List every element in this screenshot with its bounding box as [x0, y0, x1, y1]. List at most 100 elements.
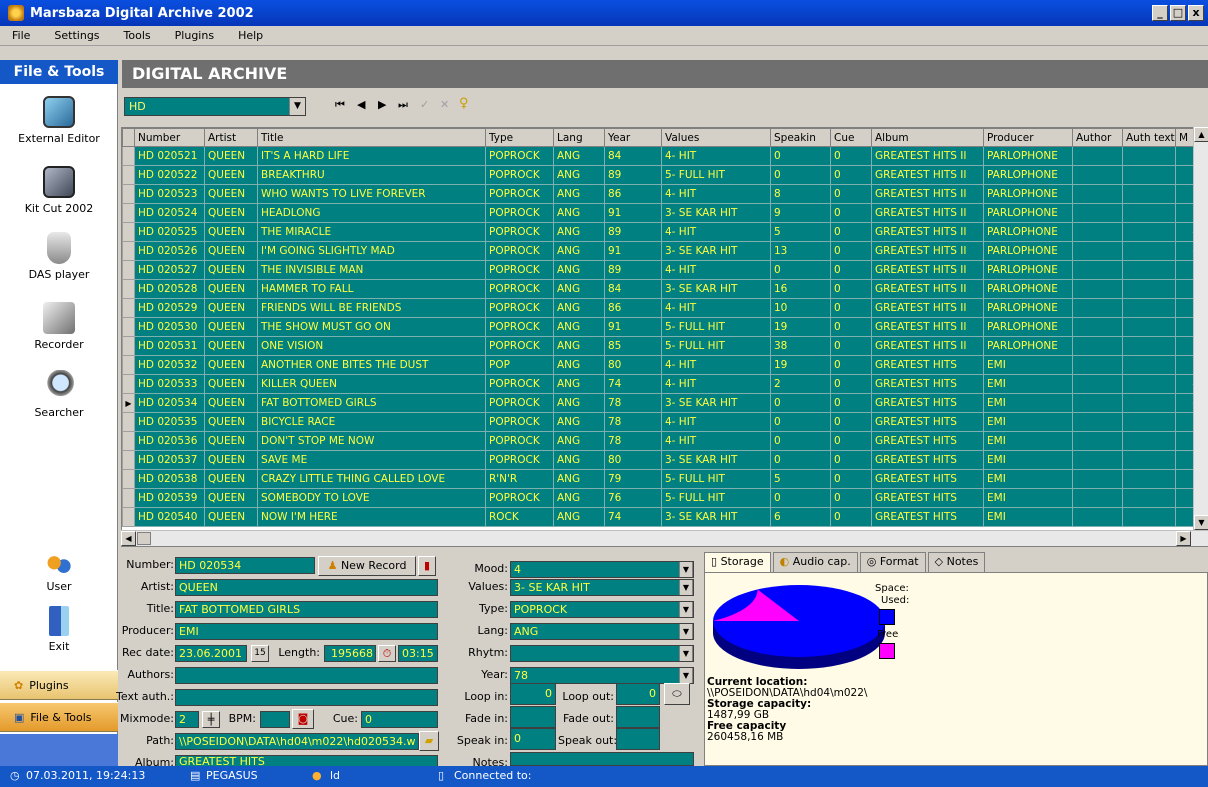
tab-storage[interactable]: ▯ Storage: [704, 552, 771, 572]
tool-das-player[interactable]: DAS player: [0, 232, 118, 281]
mixmode-field[interactable]: 2: [175, 711, 199, 728]
table-cell[interactable]: [1122, 165, 1176, 185]
table-cell[interactable]: [1072, 412, 1123, 432]
table-cell[interactable]: [1072, 450, 1123, 470]
table-cell[interactable]: FRIENDS WILL BE FRIENDS: [257, 298, 486, 318]
table-cell[interactable]: 89: [604, 260, 662, 280]
table-cell[interactable]: 0: [830, 469, 872, 489]
table-cell[interactable]: HD 020524: [134, 203, 205, 223]
column-header[interactable]: Author: [1072, 128, 1123, 147]
table-cell[interactable]: POPROCK: [485, 184, 554, 204]
table-cell[interactable]: 13: [770, 241, 831, 261]
table-cell[interactable]: ANG: [553, 241, 605, 261]
column-header[interactable]: Number: [134, 128, 205, 147]
table-cell[interactable]: 9: [770, 203, 831, 223]
table-cell[interactable]: [1122, 298, 1176, 318]
column-header[interactable]: Values: [661, 128, 771, 147]
scroll-down-icon[interactable]: ▼: [1194, 515, 1208, 530]
table-cell[interactable]: THE INVISIBLE MAN: [257, 260, 486, 280]
table-cell[interactable]: [1122, 412, 1176, 432]
table-cell[interactable]: 10: [770, 298, 831, 318]
table-cell[interactable]: GREATEST HITS: [871, 393, 984, 413]
table-cell[interactable]: SAVE ME: [257, 450, 486, 470]
column-header[interactable]: Artist: [204, 128, 258, 147]
clock-icon[interactable]: ⏱: [378, 645, 396, 662]
table-cell[interactable]: [1072, 279, 1123, 299]
table-cell[interactable]: 4- HIT: [661, 298, 771, 318]
calendar-icon[interactable]: 15: [251, 645, 269, 662]
table-cell[interactable]: 2: [770, 374, 831, 394]
column-header[interactable]: Lang: [553, 128, 605, 147]
table-cell[interactable]: [1072, 146, 1123, 166]
last-record-icon[interactable]: ⏭: [398, 98, 408, 112]
menu-file[interactable]: File: [0, 29, 42, 42]
table-cell[interactable]: ANG: [553, 146, 605, 166]
table-cell[interactable]: HD 020540: [134, 507, 205, 527]
table-cell[interactable]: [1072, 336, 1123, 356]
table-cell[interactable]: 0: [830, 393, 872, 413]
table-cell[interactable]: [1122, 260, 1176, 280]
table-cell[interactable]: PARLOPHONE: [983, 279, 1073, 299]
table-cell[interactable]: 0: [830, 279, 872, 299]
table-cell[interactable]: GREATEST HITS: [871, 431, 984, 451]
path-field[interactable]: \\POSEIDON\DATA\hd04\m022\hd020534.w: [175, 733, 419, 750]
table-cell[interactable]: 3- SE KAR HIT: [661, 507, 771, 527]
table-cell[interactable]: PARLOPHONE: [983, 317, 1073, 337]
fade-out-field[interactable]: [616, 706, 660, 728]
table-cell[interactable]: 76: [604, 488, 662, 508]
table-cell[interactable]: POPROCK: [485, 412, 554, 432]
table-cell[interactable]: ANG: [553, 279, 605, 299]
table-cell[interactable]: HD 020521: [134, 146, 205, 166]
table-cell[interactable]: IT'S A HARD LIFE: [257, 146, 486, 166]
table-cell[interactable]: GREATEST HITS II: [871, 222, 984, 242]
table-cell[interactable]: HD 020522: [134, 165, 205, 185]
table-cell[interactable]: [1122, 336, 1176, 356]
table-cell[interactable]: HD 020531: [134, 336, 205, 356]
notes-field[interactable]: [510, 752, 694, 766]
table-cell[interactable]: POPROCK: [485, 241, 554, 261]
table-row[interactable]: HD 020526 QUEEN I'M GOING SLIGHTLY MAD POPR…: [122, 241, 1202, 261]
table-cell[interactable]: THE MIRACLE: [257, 222, 486, 242]
folder-icon[interactable]: ▰: [419, 731, 439, 751]
table-cell[interactable]: GREATEST HITS II: [871, 203, 984, 223]
table-cell[interactable]: CRAZY LITTLE THING CALLED LOVE: [257, 469, 486, 489]
tool-exit[interactable]: Exit: [0, 606, 118, 653]
speak-out-field[interactable]: [616, 728, 660, 750]
table-cell[interactable]: 89: [604, 165, 662, 185]
table-cell[interactable]: 0: [830, 298, 872, 318]
table-cell[interactable]: GREATEST HITS II: [871, 184, 984, 204]
table-cell[interactable]: QUEEN: [204, 317, 258, 337]
table-cell[interactable]: GREATEST HITS: [871, 488, 984, 508]
table-cell[interactable]: 0: [830, 222, 872, 242]
scroll-thumb[interactable]: [137, 532, 151, 545]
table-cell[interactable]: 91: [604, 241, 662, 261]
table-cell[interactable]: ONE VISION: [257, 336, 486, 356]
table-cell[interactable]: ANG: [553, 184, 605, 204]
table-row[interactable]: HD 020540 QUEEN NOW I'M HERE ROCK ANG 74 3- SE…: [122, 507, 1202, 527]
table-cell[interactable]: [1072, 488, 1123, 508]
table-cell[interactable]: 85: [604, 336, 662, 356]
scroll-up-icon[interactable]: ▲: [1194, 127, 1208, 142]
table-cell[interactable]: 5- FULL HIT: [661, 469, 771, 489]
tool-searcher[interactable]: Searcher: [0, 370, 118, 419]
table-cell[interactable]: QUEEN: [204, 298, 258, 318]
table-cell[interactable]: 0: [770, 146, 831, 166]
loop-in-field[interactable]: 0: [510, 683, 556, 705]
table-cell[interactable]: HD 020528: [134, 279, 205, 299]
table-cell[interactable]: [1122, 431, 1176, 451]
table-cell[interactable]: ANG: [553, 393, 605, 413]
table-cell[interactable]: 0: [830, 146, 872, 166]
column-header[interactable]: Speakin: [770, 128, 831, 147]
table-cell[interactable]: BICYCLE RACE: [257, 412, 486, 432]
table-cell[interactable]: 78: [604, 431, 662, 451]
column-header[interactable]: Year: [604, 128, 662, 147]
table-row[interactable]: HD 020532 QUEEN ANOTHER ONE BITES THE DUST…: [122, 355, 1202, 375]
table-cell[interactable]: QUEEN: [204, 279, 258, 299]
table-cell[interactable]: HD 020537: [134, 450, 205, 470]
table-cell[interactable]: 0: [830, 317, 872, 337]
table-cell[interactable]: EMI: [983, 355, 1073, 375]
table-cell[interactable]: EMI: [983, 507, 1073, 527]
table-cell[interactable]: 0: [830, 450, 872, 470]
table-cell[interactable]: 0: [770, 260, 831, 280]
table-cell[interactable]: 0: [830, 488, 872, 508]
